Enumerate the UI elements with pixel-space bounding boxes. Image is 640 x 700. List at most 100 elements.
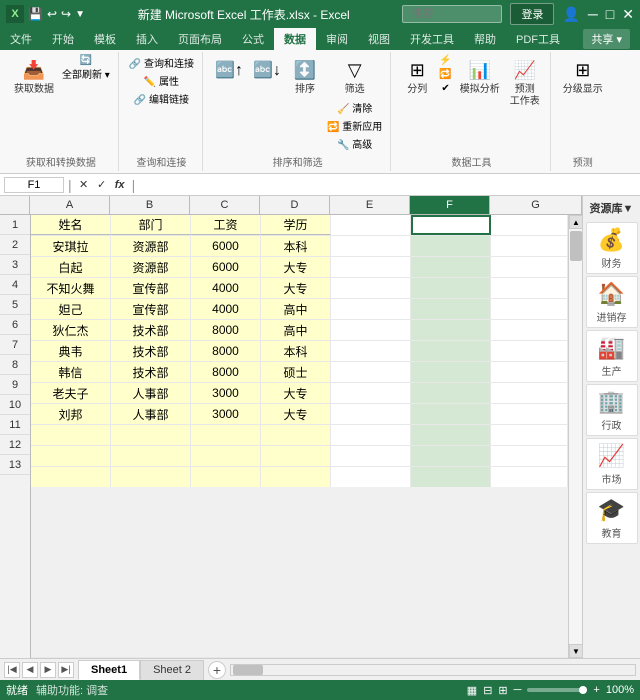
btn-sort-asc[interactable]: 🔤↑ — [211, 54, 247, 86]
sheet-nav-last[interactable]: ▶| — [58, 662, 74, 678]
cell-c8[interactable]: 8000 — [191, 362, 261, 382]
side-item-market[interactable]: 📈 市场 — [586, 438, 638, 490]
quick-save[interactable]: 💾 — [28, 7, 43, 21]
cell-a8[interactable]: 韩信 — [31, 362, 111, 382]
col-header-d[interactable]: D — [260, 196, 330, 214]
row-header-9[interactable]: 9 — [0, 375, 30, 395]
cell-g2[interactable] — [491, 236, 568, 256]
cell-a12[interactable] — [31, 446, 111, 466]
zoom-slider[interactable] — [527, 688, 587, 692]
tab-developer[interactable]: 开发工具 — [400, 28, 464, 50]
row-header-7[interactable]: 7 — [0, 335, 30, 355]
row-header-4[interactable]: 4 — [0, 275, 30, 295]
cell-b5[interactable]: 宣传部 — [111, 299, 191, 319]
cell-c9[interactable]: 3000 — [191, 383, 261, 403]
cell-e2[interactable] — [331, 236, 411, 256]
formula-input[interactable] — [139, 179, 636, 191]
quick-undo[interactable]: ↩ — [47, 7, 57, 21]
btn-query-connect[interactable]: 🔗 查询和连接 — [127, 54, 196, 71]
cell-a11[interactable] — [31, 425, 111, 445]
cell-c4[interactable]: 4000 — [191, 278, 261, 298]
cell-d1[interactable]: 学历 — [261, 215, 331, 235]
side-item-education[interactable]: 🎓 教育 — [586, 492, 638, 544]
cell-f11[interactable] — [411, 425, 491, 445]
cancel-formula-button[interactable]: ✕ — [76, 177, 92, 193]
cell-d12[interactable] — [261, 446, 331, 466]
cell-c3[interactable]: 6000 — [191, 257, 261, 277]
status-accessibility[interactable]: 辅助功能: 调查 — [36, 682, 108, 698]
cell-d11[interactable] — [261, 425, 331, 445]
side-item-inventory[interactable]: 🏠 进销存 — [586, 276, 638, 328]
row-header-8[interactable]: 8 — [0, 355, 30, 375]
cell-c11[interactable] — [191, 425, 261, 445]
row-header-12[interactable]: 12 — [0, 435, 30, 455]
row-header-3[interactable]: 3 — [0, 255, 30, 275]
cell-e7[interactable] — [331, 341, 411, 361]
btn-filter[interactable]: ▽ 筛选 — [325, 54, 384, 98]
cell-g6[interactable] — [491, 320, 568, 340]
zoom-thumb[interactable] — [579, 686, 587, 694]
btn-sort[interactable]: ↕️ 排序 — [287, 54, 323, 98]
col-header-e[interactable]: E — [330, 196, 410, 214]
btn-clear[interactable]: 🧹 清除 — [325, 99, 384, 116]
tab-insert[interactable]: 插入 — [126, 28, 168, 50]
cell-e3[interactable] — [331, 257, 411, 277]
cell-e10[interactable] — [331, 404, 411, 424]
cell-e8[interactable] — [331, 362, 411, 382]
cell-f1[interactable] — [411, 215, 491, 235]
btn-refresh-all[interactable]: 🔄 全部刷新 ▾ — [60, 54, 112, 82]
sheet-nav-next[interactable]: ▶ — [40, 662, 56, 678]
cell-g5[interactable] — [491, 299, 568, 319]
cell-b7[interactable]: 技术部 — [111, 341, 191, 361]
cell-d3[interactable]: 大专 — [261, 257, 331, 277]
cell-a5[interactable]: 妲己 — [31, 299, 111, 319]
sheet-nav-prev[interactable]: ◀ — [22, 662, 38, 678]
vertical-scrollbar[interactable]: ▲ ▼ — [568, 215, 582, 658]
cell-d13[interactable] — [261, 467, 331, 487]
tab-review[interactable]: 审阅 — [316, 28, 358, 50]
tab-data[interactable]: 数据 — [274, 28, 316, 50]
btn-validate[interactable]: ✔ — [437, 82, 453, 95]
cell-d4[interactable]: 大专 — [261, 278, 331, 298]
cell-e1[interactable] — [331, 215, 411, 235]
tab-page-layout[interactable]: 页面布局 — [168, 28, 232, 50]
cell-d10[interactable]: 大专 — [261, 404, 331, 424]
tab-help[interactable]: 帮助 — [464, 28, 506, 50]
cell-a4[interactable]: 不知火舞 — [31, 278, 111, 298]
row-header-2[interactable]: 2 — [0, 235, 30, 255]
cell-f12[interactable] — [411, 446, 491, 466]
minimize-button[interactable]: ─ — [588, 6, 598, 22]
sheet-tab-1[interactable]: Sheet1 — [78, 660, 140, 680]
cell-c1[interactable]: 工资 — [191, 215, 261, 235]
cell-c7[interactable]: 8000 — [191, 341, 261, 361]
btn-advanced[interactable]: 🔧 高级 — [325, 135, 384, 152]
cell-d8[interactable]: 硕士 — [261, 362, 331, 382]
cell-g12[interactable] — [491, 446, 568, 466]
share-button[interactable]: 共享 ▾ — [583, 29, 630, 49]
name-box[interactable] — [4, 177, 64, 193]
maximize-button[interactable]: □ — [606, 6, 614, 22]
cell-a10[interactable]: 刘邦 — [31, 404, 111, 424]
add-sheet-button[interactable]: + — [208, 661, 226, 679]
cell-f7[interactable] — [411, 341, 491, 361]
tab-file[interactable]: 文件 — [0, 28, 42, 50]
cell-a1[interactable]: 姓名 — [31, 215, 111, 235]
cell-f6[interactable] — [411, 320, 491, 340]
scroll-down-btn[interactable]: ▼ — [569, 644, 582, 658]
row-header-11[interactable]: 11 — [0, 415, 30, 435]
cell-f2[interactable] — [411, 236, 491, 256]
tab-template[interactable]: 模板 — [84, 28, 126, 50]
zoom-in-button[interactable]: + — [593, 684, 599, 696]
sheet-tab-2[interactable]: Sheet 2 — [140, 660, 204, 680]
cell-b3[interactable]: 资源部 — [111, 257, 191, 277]
cell-f8[interactable] — [411, 362, 491, 382]
tab-formula[interactable]: 公式 — [232, 28, 274, 50]
cell-c10[interactable]: 3000 — [191, 404, 261, 424]
tab-home[interactable]: 开始 — [42, 28, 84, 50]
cell-g3[interactable] — [491, 257, 568, 277]
cell-g9[interactable] — [491, 383, 568, 403]
side-item-admin[interactable]: 🏢 行政 — [586, 384, 638, 436]
btn-outline[interactable]: ⊞ 分级显示 — [559, 54, 607, 98]
cell-b11[interactable] — [111, 425, 191, 445]
cell-e4[interactable] — [331, 278, 411, 298]
